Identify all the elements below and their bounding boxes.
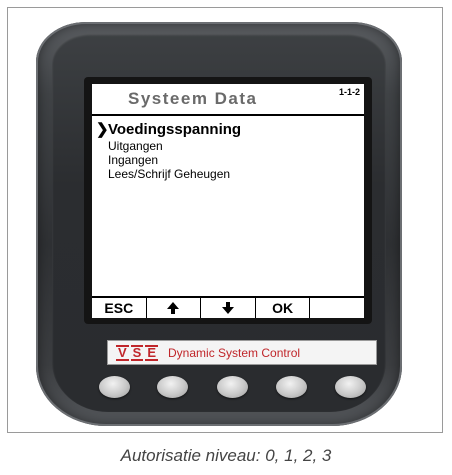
arrow-down-icon [221, 302, 234, 314]
menu-item-lees-schrijf-geheugen[interactable]: Lees/Schrijf Geheugen [96, 167, 241, 181]
hardware-button-1[interactable] [99, 376, 130, 398]
menu-item-label: Uitgangen [108, 139, 163, 153]
menu-item-voedingsspanning[interactable]: ❯Voedingsspanning [96, 120, 241, 139]
menu-list: ❯Voedingsspanning Uitgangen Ingangen Lee… [96, 120, 241, 181]
softkey-down[interactable] [201, 298, 256, 318]
arrow-up-icon [167, 302, 180, 314]
menu-item-label: Ingangen [108, 153, 159, 167]
menu-item-uitgangen[interactable]: Uitgangen [96, 139, 241, 153]
menu-item-label: Voedingsspanning [108, 121, 242, 138]
title-divider [92, 114, 364, 116]
brand-label: VSE Dynamic System Control [107, 340, 377, 365]
screen-title: Systeem Data [128, 89, 258, 108]
menu-item-label: Lees/Schrijf Geheugen [108, 167, 231, 181]
softkey-esc[interactable]: ESC [92, 298, 147, 318]
vse-logo: VSE [116, 344, 159, 361]
softkey-up[interactable] [146, 298, 202, 318]
caption: Autorisatie niveau: 0, 1, 2, 3 [120, 446, 332, 465]
hardware-button-5[interactable] [335, 376, 366, 398]
hardware-button-2[interactable] [157, 376, 188, 398]
softkey-bar: ESC OK [92, 296, 364, 318]
cursor-arrow-icon: ❯ [96, 121, 109, 138]
hardware-button-3[interactable] [217, 376, 248, 398]
softkey-ok[interactable]: OK [255, 298, 311, 318]
lcd-screen: Systeem Data 1-1-2 ❯Voedingsspanning Uit… [92, 84, 364, 318]
hardware-button-4[interactable] [276, 376, 307, 398]
menu-item-ingangen[interactable]: Ingangen [96, 153, 241, 167]
softkey-empty[interactable] [310, 298, 364, 318]
page-id: 1-1-2 [338, 87, 360, 97]
hardware-button-row [99, 376, 367, 398]
brand-text: Dynamic System Control [168, 345, 301, 360]
